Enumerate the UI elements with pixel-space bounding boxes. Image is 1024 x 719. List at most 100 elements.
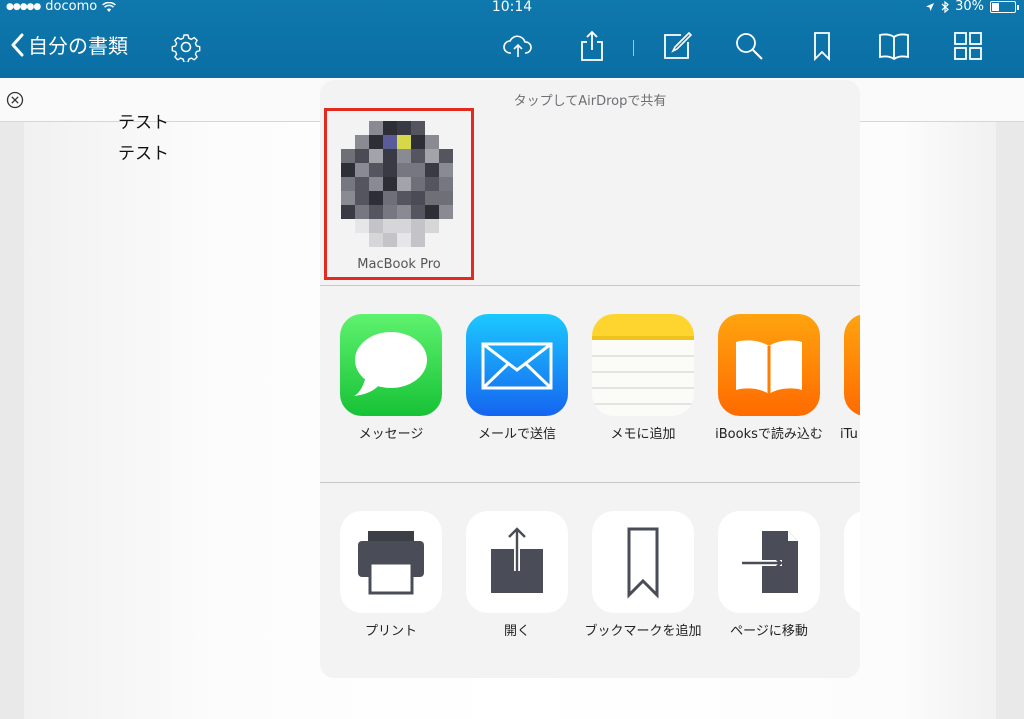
document-text-line: テスト	[118, 144, 169, 164]
grid-icon[interactable]	[952, 30, 984, 62]
avatar-pixel	[383, 163, 397, 177]
avatar-pixel	[383, 121, 397, 135]
avatar-pixel	[439, 205, 453, 219]
avatar-pixel	[341, 191, 355, 205]
avatar-pixel	[341, 177, 355, 191]
avatar-pixel	[411, 219, 425, 233]
share-icon[interactable]	[576, 30, 608, 62]
avatar-pixel	[439, 149, 453, 163]
avatar-pixel	[369, 135, 383, 149]
avatar-pixel	[369, 219, 383, 233]
avatar-pixel	[411, 233, 425, 247]
share-app-label: メモに追加	[610, 427, 676, 442]
avatar-pixel	[341, 163, 355, 177]
avatar-pixel	[397, 177, 411, 191]
avatar-pixel	[425, 177, 439, 191]
avatar-pixel	[355, 177, 369, 191]
action-label: ブックマークを追加	[584, 624, 702, 639]
avatar-pixel	[355, 135, 369, 149]
status-bar: ●●●●● docomo 10:14 30%	[0, 0, 1024, 16]
avatar-pixel	[411, 191, 425, 205]
location-icon	[926, 3, 935, 11]
avatar-pixel	[397, 205, 411, 219]
messages-icon	[340, 314, 442, 416]
airdrop-title: タップしてAirDropで共有	[513, 94, 667, 109]
avatar-pixel	[369, 121, 383, 135]
avatar-pixel	[341, 219, 355, 233]
toolbar: 自分の書類	[0, 16, 1024, 78]
divider	[320, 482, 860, 483]
avatar-pixel	[355, 191, 369, 205]
avatar-pixel	[341, 135, 355, 149]
action-label: ページに移動	[730, 624, 808, 639]
avatar-pixel	[439, 121, 453, 135]
avatar-pixel	[411, 135, 425, 149]
avatar-pixel	[383, 205, 397, 219]
avatar-pixel	[425, 121, 439, 135]
avatar-pixel	[355, 121, 369, 135]
avatar-pixel	[355, 233, 369, 247]
avatar-pixel	[411, 163, 425, 177]
share-app-label: iBooksで読み込む	[715, 427, 823, 442]
avatar-pixel	[439, 219, 453, 233]
avatar-pixel	[411, 177, 425, 191]
avatar-pixel	[369, 177, 383, 191]
avatar-pixel	[397, 191, 411, 205]
avatar-pixel	[425, 233, 439, 247]
avatar-pixel	[355, 149, 369, 163]
open-in-icon	[466, 511, 568, 613]
share-sheet: タップしてAirDropで共有 MacBook Pro メッセージ メールで送信…	[320, 80, 860, 678]
share-app-label: メッセージ	[358, 427, 424, 442]
edit-icon[interactable]	[661, 30, 693, 62]
battery-icon	[990, 1, 1019, 13]
avatar-pixel	[411, 205, 425, 219]
airdrop-device-label: MacBook Pro	[357, 257, 441, 272]
avatar-pixel	[383, 149, 397, 163]
chevron-left-icon	[11, 33, 24, 56]
share-app-label: メールで送信	[477, 427, 556, 442]
avatar-pixel	[411, 149, 425, 163]
bookmark-icon[interactable]	[806, 30, 838, 62]
avatar-pixel	[383, 177, 397, 191]
avatar-pixel	[439, 177, 453, 191]
mail-icon	[466, 314, 568, 416]
document-text-line: テスト	[118, 113, 169, 133]
close-circle-icon[interactable]	[6, 91, 24, 109]
avatar-pixel	[383, 135, 397, 149]
avatar-pixel	[425, 219, 439, 233]
avatar-pixel	[341, 121, 355, 135]
avatar-pixel	[369, 191, 383, 205]
book-icon[interactable]	[878, 30, 910, 62]
status-time: 10:14	[491, 0, 533, 15]
settings-gear-icon[interactable]	[171, 32, 201, 62]
avatar-pixel	[425, 163, 439, 177]
avatar-pixel	[439, 135, 453, 149]
divider	[320, 285, 860, 286]
avatar-pixel	[355, 205, 369, 219]
bluetooth-icon	[941, 1, 950, 13]
avatar-pixel	[383, 219, 397, 233]
avatar-pixel	[397, 219, 411, 233]
action-label: 開く	[503, 624, 530, 639]
back-button[interactable]: 自分の書類	[10, 30, 128, 59]
avatar-pixel	[397, 121, 411, 135]
avatar-pixel	[341, 149, 355, 163]
avatar-pixel	[397, 149, 411, 163]
toolbar-separator	[633, 40, 634, 56]
avatar-pixel	[369, 149, 383, 163]
share-actions-row: プリント 開く ブックマークを追加 ページに移動	[320, 511, 860, 671]
avatar-pixel	[341, 233, 355, 247]
cloud-upload-icon[interactable]	[502, 30, 534, 62]
avatar-pixel	[397, 135, 411, 149]
avatar-pixel	[341, 205, 355, 219]
avatar-pixel	[369, 163, 383, 177]
itunes-icon	[844, 314, 860, 416]
avatar-pixel	[425, 191, 439, 205]
action-label: プリント	[364, 624, 417, 639]
share-app-label: iTu	[840, 427, 858, 442]
avatar-pixel	[369, 205, 383, 219]
avatar-pixel	[369, 233, 383, 247]
avatar-pixel	[425, 135, 439, 149]
search-icon[interactable]	[733, 30, 765, 62]
airdrop-device[interactable]: MacBook Pro	[324, 108, 474, 280]
